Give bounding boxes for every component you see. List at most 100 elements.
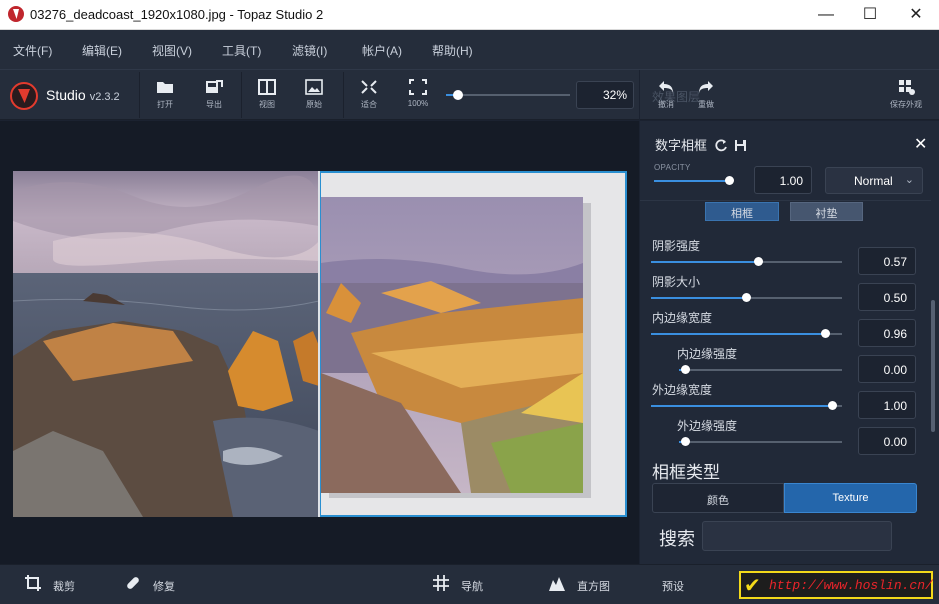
opacity-value-field[interactable]: 1.00: [754, 166, 812, 194]
folder-icon: [157, 82, 173, 93]
close-panel-button[interactable]: ✕: [914, 134, 927, 154]
original-button[interactable]: 原始: [294, 76, 334, 116]
slider-thumb[interactable]: [753, 257, 763, 266]
undo-icon: [659, 81, 673, 93]
slider-value-field[interactable]: 0.00: [858, 427, 916, 455]
undo-button[interactable]: 撤消: [646, 76, 686, 116]
tab-mat[interactable]: 衬垫: [790, 202, 863, 221]
studio-logo-icon: [10, 82, 38, 110]
blend-mode-value: Normal: [854, 174, 893, 188]
undo-label: 撤消: [658, 100, 674, 109]
zoom-slider-track[interactable]: [446, 94, 570, 96]
slider-label: 外边缘强度: [677, 419, 738, 433]
menu-filters[interactable]: 滤镜(I): [292, 42, 327, 59]
menu-help[interactable]: 帮助(H): [432, 42, 473, 59]
close-window-button[interactable]: ✕: [893, 0, 939, 30]
open-button[interactable]: 打开: [145, 76, 185, 116]
panel-divider: [640, 200, 931, 201]
opacity-slider-thumb[interactable]: [724, 176, 734, 185]
view-label: 视图: [259, 100, 275, 109]
minimize-button[interactable]: —: [803, 0, 849, 30]
export-label: 导出: [206, 100, 222, 109]
watermark-url: http://www.hoslin.cn/: [769, 578, 933, 593]
save-look-icon: [899, 80, 915, 95]
slider-value-field[interactable]: 1.00: [858, 391, 916, 419]
redo-button[interactable]: 重做: [686, 76, 726, 116]
save-preset-icon[interactable]: [734, 139, 747, 152]
bandage-icon[interactable]: [124, 574, 142, 592]
slider-value-field[interactable]: 0.50: [858, 283, 916, 311]
tab-frame[interactable]: 相框: [705, 202, 779, 221]
save-look-label: 保存外观: [890, 100, 922, 109]
opacity-label: OPACITY: [654, 163, 691, 172]
chevron-down-icon: ⌄: [904, 174, 914, 186]
export-button[interactable]: 导出: [194, 76, 234, 116]
export-icon: [206, 80, 223, 93]
frame-type-texture-option[interactable]: Texture: [784, 483, 917, 513]
slider-thumb[interactable]: [820, 329, 830, 338]
crop-button[interactable]: 裁剪: [53, 578, 75, 594]
original-photo: [13, 171, 319, 517]
slider-value-field[interactable]: 0.57: [858, 247, 916, 275]
website-watermark: ✔ http://www.hoslin.cn/: [739, 571, 933, 599]
menu-edit[interactable]: 编辑(E): [82, 42, 122, 59]
slider-label: 阴影强度: [652, 239, 701, 253]
brand-version: v2.3.2: [89, 91, 120, 103]
panel-scrollbar[interactable]: [931, 300, 935, 432]
slider-fill: [651, 405, 832, 407]
panel-title-text: 数字相框: [655, 138, 708, 153]
menu-tools[interactable]: 工具(T): [222, 42, 261, 59]
zoom-value-field[interactable]: 32%: [576, 81, 634, 109]
fullsize-icon: [409, 79, 427, 95]
fit-icon: [361, 80, 377, 94]
slider-track[interactable]: [679, 441, 842, 443]
checkmark-icon: ✔: [744, 575, 761, 597]
slider-label: 内边缘强度: [677, 347, 738, 361]
view-button[interactable]: 视图: [247, 76, 287, 116]
navigator-button[interactable]: 导航: [461, 578, 483, 594]
reset-icon[interactable]: [715, 139, 728, 152]
slider-label: 内边缘宽度: [652, 311, 713, 325]
slider-track[interactable]: [679, 369, 842, 371]
presets-button[interactable]: 预设: [662, 578, 684, 594]
grid-icon[interactable]: [432, 574, 450, 592]
maximize-button[interactable]: ☐: [847, 0, 893, 30]
menu-account[interactable]: 帐户(A): [362, 42, 402, 59]
slider-fill: [651, 297, 746, 299]
opacity-slider-fill: [654, 180, 729, 182]
menu-view[interactable]: 视图(V): [152, 42, 192, 59]
slider-thumb[interactable]: [680, 365, 690, 374]
frame-type-color-option[interactable]: 颜色: [652, 483, 784, 513]
menu-file[interactable]: 文件(F): [13, 42, 52, 59]
window-title: 03276_deadcoast_1920x1080.jpg - Topaz St…: [30, 7, 324, 22]
topaz-app-icon: [8, 6, 24, 22]
frame-type-title: 相框类型: [652, 463, 720, 482]
zoom-100-button[interactable]: 100%: [398, 76, 438, 116]
fit-button[interactable]: 适合: [349, 76, 389, 116]
histogram-button[interactable]: 直方图: [577, 578, 610, 594]
search-input[interactable]: [702, 521, 892, 551]
slider-value-field[interactable]: 0.96: [858, 319, 916, 347]
slider-value-field[interactable]: 0.00: [858, 355, 916, 383]
panel-title: 数字相框: [655, 135, 747, 154]
slider-label: 阴影大小: [652, 275, 701, 289]
histogram-icon[interactable]: [548, 574, 566, 592]
save-look-button[interactable]: 保存外观: [886, 76, 926, 116]
crop-icon[interactable]: [24, 574, 42, 592]
slider-label: 外边缘宽度: [652, 383, 713, 397]
slider-thumb[interactable]: [741, 293, 751, 302]
search-label: 搜索: [659, 529, 695, 549]
before-after-split-handle[interactable]: [318, 171, 320, 517]
image-icon: [305, 79, 323, 95]
slider-fill: [651, 333, 826, 335]
slider-thumb[interactable]: [680, 437, 690, 446]
slider-thumb[interactable]: [827, 401, 837, 410]
app-window: 03276_deadcoast_1920x1080.jpg - Topaz St…: [0, 0, 939, 604]
repair-button[interactable]: 修复: [153, 578, 175, 594]
toolbar-divider: [343, 72, 344, 118]
slider-fill: [651, 261, 759, 263]
brand: Studio v2.3.2: [46, 87, 120, 103]
fit-label: 适合: [361, 100, 377, 109]
redo-icon: [699, 81, 713, 93]
blend-mode-select[interactable]: Normal ⌄: [825, 167, 923, 194]
